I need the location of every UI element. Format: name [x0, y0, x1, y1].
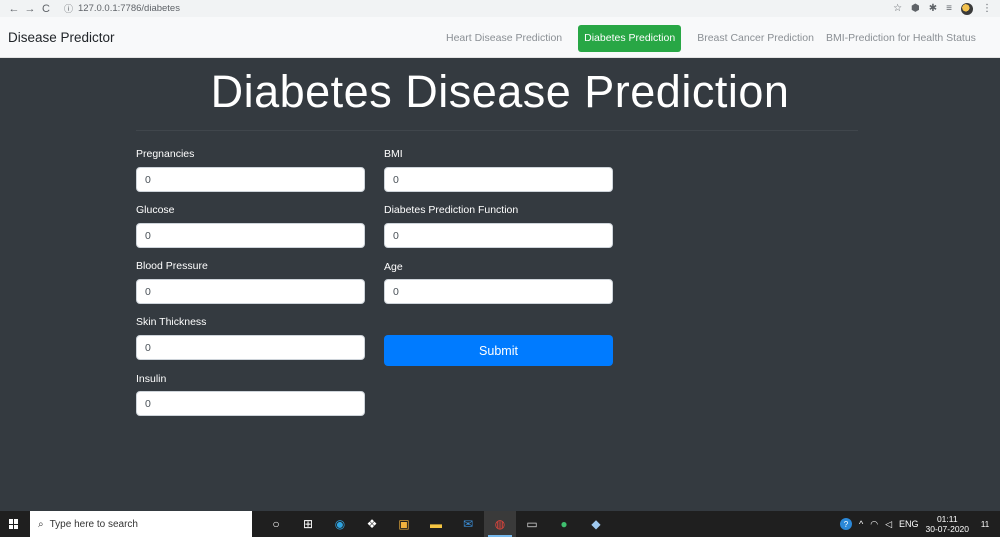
label-pregnancies: Pregnancies: [136, 148, 195, 160]
show-hidden-icons-caret-icon[interactable]: ^: [859, 519, 863, 529]
page-title: Diabetes Disease Prediction: [210, 66, 790, 117]
nav-breast-cancer[interactable]: Breast Cancer Prediction: [691, 25, 820, 52]
clock[interactable]: 01:11 30-07-2020: [926, 514, 969, 534]
green-app-icon[interactable]: ●: [548, 511, 580, 537]
label-glucose: Glucose: [136, 204, 175, 216]
address-bar[interactable]: ⓘ 127.0.0.1:7786/diabetes: [60, 1, 880, 16]
info-icon[interactable]: ⓘ: [64, 2, 73, 15]
media-control-icon[interactable]: ≡: [946, 3, 952, 14]
submit-button[interactable]: Submit: [384, 335, 613, 366]
clock-time: 01:11: [936, 514, 958, 524]
file-explorer-icon[interactable]: ▬: [420, 511, 452, 537]
dropbox-icon[interactable]: ❖: [356, 511, 388, 537]
bmi-input[interactable]: [384, 167, 613, 192]
diabetes-prediction-function-input[interactable]: [384, 223, 613, 248]
nav-heart-disease[interactable]: Heart Disease Prediction: [440, 25, 568, 52]
mail-icon[interactable]: ✉: [452, 511, 484, 537]
forward-arrow-icon[interactable]: →: [22, 3, 38, 15]
search-icon: ⌕: [38, 518, 44, 530]
help-icon[interactable]: ?: [839, 518, 852, 530]
back-arrow-icon[interactable]: ←: [6, 3, 22, 15]
taskbar-apps: ○ ⊞ ◉ ❖ ▣ ▬ ✉ ◍ ▭ ● ◆: [260, 511, 612, 537]
profile-avatar[interactable]: [961, 2, 973, 15]
url-text[interactable]: 127.0.0.1:7786/diabetes: [78, 3, 180, 14]
wifi-icon[interactable]: ◠: [870, 519, 878, 530]
label-skin-thickness: Skin Thickness: [136, 316, 207, 328]
task-view-icon[interactable]: ○: [260, 511, 292, 537]
volume-icon[interactable]: ◁: [885, 519, 892, 530]
windows-logo-icon: [9, 519, 19, 529]
nav-diabetes[interactable]: Diabetes Prediction: [578, 25, 682, 52]
terminal-icon[interactable]: ▭: [516, 511, 548, 537]
notifications-count: 11: [980, 519, 990, 529]
bookmark-star-icon[interactable]: ☆: [893, 3, 902, 14]
extension-icon[interactable]: ⬢: [911, 3, 920, 14]
edge-browser-icon[interactable]: ◉: [324, 511, 356, 537]
nav-links: Heart Disease Prediction Diabetes Predic…: [440, 25, 982, 52]
brand-link[interactable]: Disease Predictor: [8, 30, 115, 45]
label-insulin: Insulin: [136, 373, 167, 385]
browser-toolbar: ← → C ⓘ 127.0.0.1:7786/diabetes ☆ ⬢ ✱ ≡ …: [0, 0, 1000, 17]
clock-date: 30-07-2020: [925, 524, 969, 534]
browser-menu-icon[interactable]: ⋮: [982, 3, 992, 14]
chrome-icon[interactable]: ◍: [484, 511, 516, 537]
system-tray: ? ^ ◠ ◁ ENG 01:11 30-07-2020 11: [839, 514, 1000, 534]
start-button[interactable]: [0, 511, 28, 537]
label-bmi: BMI: [384, 148, 403, 160]
label-diabetes-prediction-function: Diabetes Prediction Function: [384, 204, 519, 216]
windows-taskbar: ⌕ Type here to search ○ ⊞ ◉ ❖ ▣ ▬ ✉ ◍ ▭ …: [0, 511, 1000, 537]
extensions-puzzle-icon[interactable]: ✱: [929, 3, 937, 14]
blue-app-icon[interactable]: ◆: [580, 511, 612, 537]
widgets-icon[interactable]: ⊞: [292, 511, 324, 537]
glucose-input[interactable]: [136, 223, 365, 248]
microsoft-store-icon[interactable]: ▣: [388, 511, 420, 537]
insulin-input[interactable]: [136, 391, 365, 416]
taskbar-search-box[interactable]: ⌕ Type here to search: [30, 511, 252, 537]
label-age: Age: [384, 261, 403, 273]
label-blood-pressure: Blood Pressure: [136, 260, 208, 272]
age-input[interactable]: [384, 279, 613, 304]
top-navbar: Disease Predictor Heart Disease Predicti…: [0, 17, 1000, 58]
pregnancies-input[interactable]: [136, 167, 365, 192]
nav-bmi[interactable]: BMI-Prediction for Health Status: [820, 25, 982, 52]
skin-thickness-input[interactable]: [136, 335, 365, 360]
blood-pressure-input[interactable]: [136, 279, 365, 304]
title-divider: [136, 130, 858, 131]
taskbar-search-placeholder: Type here to search: [49, 518, 138, 530]
language-indicator[interactable]: ENG: [899, 519, 919, 529]
notifications-icon[interactable]: 11: [976, 519, 994, 530]
reload-icon[interactable]: C: [38, 3, 54, 15]
